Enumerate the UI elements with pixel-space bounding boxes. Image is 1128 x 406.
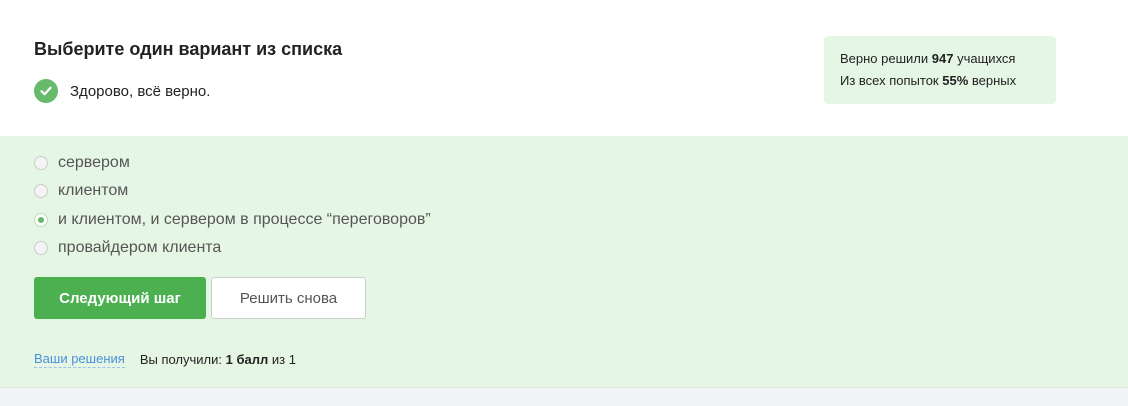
- question-header: Выберите один вариант из списка Здорово,…: [0, 0, 1128, 136]
- score-text: Вы получили: 1 балл из 1: [140, 352, 296, 367]
- your-solutions-link[interactable]: Ваши решения: [34, 351, 125, 368]
- result-line: Ваши решения Вы получили: 1 балл из 1: [34, 350, 296, 368]
- radio-button-selected[interactable]: [34, 213, 48, 227]
- stats-percent-value: 55%: [942, 73, 969, 88]
- stats-solved-suffix: учащихся: [957, 51, 1016, 66]
- next-step-button[interactable]: Следующий шаг: [34, 277, 206, 319]
- score-prefix: Вы получили:: [139, 351, 223, 367]
- stats-solved-line: Верно решили 947 учащихся: [840, 48, 1056, 70]
- option-label: сервером: [58, 154, 130, 171]
- radio-button[interactable]: [34, 184, 48, 198]
- score-value: 1 балл: [225, 351, 269, 367]
- retry-button[interactable]: Решить снова: [211, 277, 366, 319]
- stats-percent-suffix: верных: [971, 73, 1017, 88]
- option-client[interactable]: клиентом: [34, 181, 128, 201]
- stats-solved-prefix: Верно решили: [840, 51, 929, 66]
- feedback-text: Здорово, всё верно.: [70, 82, 211, 100]
- radio-button[interactable]: [34, 241, 48, 255]
- stats-box: Верно решили 947 учащихся Из всех попыто…: [824, 36, 1056, 104]
- radio-button[interactable]: [34, 156, 48, 170]
- bottom-bar: [0, 387, 1128, 406]
- option-client-and-server[interactable]: и клиентом, и сервером в процессе “перег…: [34, 210, 431, 230]
- option-label: провайдером клиента: [58, 239, 222, 256]
- option-provider[interactable]: провайдером клиента: [34, 238, 221, 258]
- option-label: клиентом: [58, 182, 129, 199]
- stats-solved-count: 947: [931, 51, 954, 66]
- stats-percent-prefix: Из всех попыток: [840, 73, 939, 88]
- question-title: Выберите один вариант из списка: [34, 39, 343, 59]
- score-suffix: из 1: [271, 351, 296, 367]
- check-circle-icon: [34, 79, 58, 103]
- feedback-message: Здорово, всё верно.: [34, 79, 210, 103]
- radio-dot-icon: [38, 217, 44, 223]
- option-label: и клиентом, и сервером в процессе “перег…: [58, 211, 431, 228]
- option-server[interactable]: сервером: [34, 153, 130, 173]
- stats-percent-line: Из всех попыток 55% верных: [840, 70, 1056, 92]
